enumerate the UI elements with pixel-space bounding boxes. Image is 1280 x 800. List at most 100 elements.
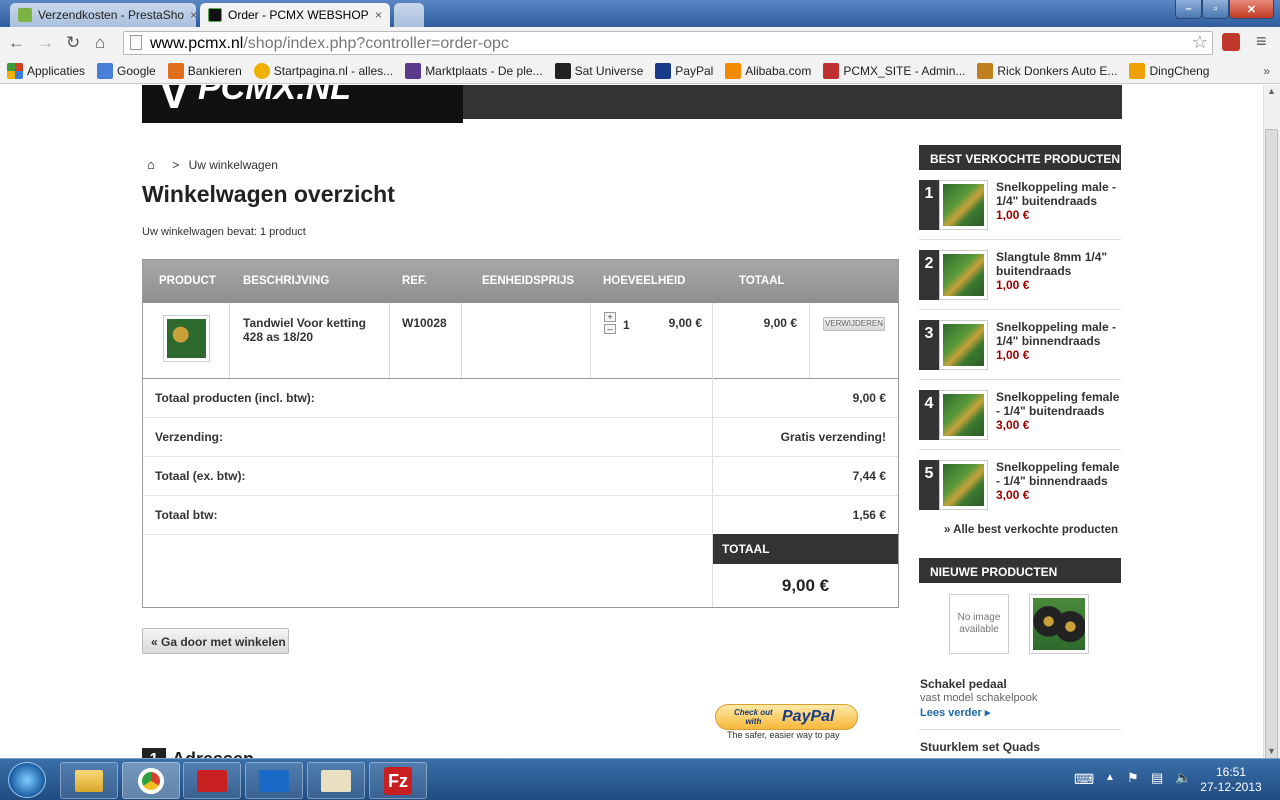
- maximize-button[interactable]: ▫: [1202, 0, 1229, 19]
- tab-order[interactable]: Order - PCMX WEBSHOP ×: [200, 3, 390, 27]
- bookmark-dingcheng[interactable]: DingCheng: [1129, 62, 1209, 79]
- bookmark-bankieren[interactable]: Bankieren: [167, 62, 242, 79]
- bestseller-price: 1,00 €: [996, 208, 1030, 222]
- clock[interactable]: 16:51 27-12-2013: [1198, 765, 1264, 795]
- address-bar[interactable]: www.pcmx.nl/shop/index.php?controller=or…: [123, 31, 1213, 55]
- cart-count: Uw winkelwagen bevat: 1 product: [142, 226, 306, 238]
- total-value: 9,00 €: [781, 576, 830, 595]
- home-icon[interactable]: ⌂: [147, 157, 155, 172]
- page-icon: [130, 35, 142, 50]
- new-product-image[interactable]: [1029, 594, 1089, 654]
- chrome-taskbar-icon[interactable]: [122, 762, 180, 799]
- close-tab-icon[interactable]: ×: [190, 8, 196, 22]
- menu-icon[interactable]: ≡: [1256, 31, 1267, 52]
- bestseller-image[interactable]: [939, 250, 988, 300]
- apps-grid-icon: [7, 62, 23, 79]
- quantity-increase-button[interactable]: +: [604, 312, 616, 322]
- summary-row-ex-vat: Totaal (ex. btw): 7,44 €: [143, 456, 898, 495]
- summary-row-products: Totaal producten (incl. btw): 9,00 €: [143, 378, 898, 417]
- quantity-decrease-button[interactable]: –: [604, 324, 616, 334]
- prestashop-favicon-icon: [18, 8, 32, 22]
- new-products-title[interactable]: NIEUWE PRODUCTEN: [919, 558, 1121, 583]
- extension-icon[interactable]: [1222, 33, 1240, 51]
- filezilla-taskbar-icon[interactable]: Fz: [369, 762, 427, 799]
- keyboard-icon[interactable]: ⌨: [1074, 771, 1094, 788]
- bookmark-applicaties[interactable]: Applicaties: [7, 62, 85, 79]
- page-title: Winkelwagen overzicht: [142, 181, 395, 207]
- summary-value: 1,56 €: [852, 508, 886, 522]
- clock-time: 16:51: [1215, 765, 1247, 779]
- show-hidden-icons-icon[interactable]: ▲: [1105, 772, 1115, 783]
- forward-arrow-icon[interactable]: →: [37, 33, 54, 53]
- scrollbar-thumb[interactable]: [1265, 129, 1278, 759]
- scroll-up-icon[interactable]: ▲: [1267, 86, 1276, 96]
- header-bar: [463, 85, 1122, 119]
- windows-taskbar: Fz ⌨ ▲ ⚑ ▤ 🔈 16:51 27-12-2013: [0, 758, 1280, 800]
- continue-shopping-button[interactable]: « Ga door met winkelen: [142, 628, 289, 654]
- bestseller-rank: 2: [919, 250, 939, 300]
- bookmark-google[interactable]: Google: [97, 62, 156, 79]
- bestseller-item[interactable]: 5 Snelkoppeling female - 1/4" binnendraa…: [919, 460, 1121, 530]
- bookmark-star-icon[interactable]: ☆: [1192, 32, 1208, 53]
- bestseller-name[interactable]: Snelkoppeling male - 1/4" binnendraads: [996, 320, 1120, 348]
- window-taskbar-icon[interactable]: [307, 762, 365, 799]
- summary-row-shipping: Verzending: Gratis verzending!: [143, 417, 898, 456]
- folder-blue-taskbar-icon[interactable]: [245, 762, 303, 799]
- scroll-down-icon[interactable]: ▼: [1267, 746, 1276, 756]
- bestseller-image[interactable]: [939, 320, 988, 370]
- bookmark-pcmx-admin[interactable]: PCMX_SITE - Admin...: [823, 62, 965, 79]
- url-text: www.pcmx.nl/shop/index.php?controller=or…: [150, 35, 509, 52]
- bestseller-price: 1,00 €: [996, 348, 1030, 362]
- product-description[interactable]: Tandwiel Voor ketting 428 as 18/20: [243, 316, 383, 344]
- bookmark-alibaba[interactable]: Alibaba.com: [725, 62, 811, 79]
- paypal-checkout-button[interactable]: Check out with PayPal: [715, 704, 858, 730]
- column-header: BESCHRIJVING: [243, 275, 330, 287]
- bestseller-rank: 1: [919, 180, 939, 230]
- remove-button[interactable]: VERWIJDEREN: [823, 317, 885, 331]
- summary-value: Gratis verzending!: [780, 430, 886, 444]
- more-bookmarks-icon[interactable]: »: [1263, 64, 1270, 78]
- new-tab-button[interactable]: [394, 3, 424, 27]
- new-product-name[interactable]: Stuurklem set Quads: [920, 740, 1040, 754]
- marktplaats-icon: [405, 62, 422, 79]
- bestseller-name[interactable]: Snelkoppeling male - 1/4" buitendraads: [996, 180, 1120, 208]
- breadcrumb-current: Uw winkelwagen: [188, 158, 278, 172]
- back-arrow-icon[interactable]: ←: [8, 33, 25, 53]
- product-thumbnail[interactable]: [163, 315, 210, 362]
- table-row: Tandwiel Voor ketting 428 as 18/20 W1002…: [143, 303, 898, 378]
- flag-icon[interactable]: ⚑: [1127, 770, 1139, 786]
- bestseller-image[interactable]: [939, 390, 988, 440]
- reload-icon[interactable]: ↻: [66, 33, 80, 53]
- bookmark-rick-donkers[interactable]: Rick Donkers Auto E...: [977, 62, 1117, 79]
- read-more-link[interactable]: Lees verder ▸: [920, 706, 990, 719]
- bestseller-name[interactable]: Snelkoppeling female - 1/4" binnendraads: [996, 460, 1120, 488]
- home-icon[interactable]: ⌂: [95, 33, 105, 53]
- bestseller-name[interactable]: Snelkoppeling female - 1/4" buitendraads: [996, 390, 1120, 418]
- breadcrumb-separator: >: [172, 158, 180, 172]
- new-product-name[interactable]: Schakel pedaal: [920, 677, 1007, 691]
- close-window-button[interactable]: ✕: [1229, 0, 1274, 19]
- start-button[interactable]: [8, 762, 46, 798]
- bookmark-sat-universe[interactable]: Sat Universe: [554, 62, 643, 79]
- network-icon[interactable]: ▤: [1151, 770, 1163, 786]
- minimize-button[interactable]: –: [1175, 0, 1202, 19]
- bookmark-paypal[interactable]: PayPal: [655, 62, 713, 79]
- no-image-placeholder[interactable]: No image available: [949, 594, 1009, 654]
- bestseller-name[interactable]: Slangtule 8mm 1/4" buitendraads: [996, 250, 1120, 278]
- volume-icon[interactable]: 🔈: [1175, 770, 1191, 786]
- site-logo[interactable]: V PCMX.NL: [142, 85, 463, 123]
- explorer-taskbar-icon[interactable]: [60, 762, 118, 799]
- bestseller-image[interactable]: [939, 460, 988, 510]
- tab-verzendkosten[interactable]: Verzendkosten - PrestaSho ×: [10, 3, 196, 27]
- bestsellers-title[interactable]: BEST VERKOCHTE PRODUCTEN: [919, 145, 1121, 170]
- folder-red-taskbar-icon[interactable]: [183, 762, 241, 799]
- bookmark-marktplaats[interactable]: Marktplaats - De ple...: [405, 62, 543, 79]
- bestseller-image[interactable]: [939, 180, 988, 230]
- all-bestsellers-link[interactable]: » Alle best verkochte producten: [944, 524, 1118, 536]
- column-header: REF.: [402, 275, 427, 287]
- summary-row-vat: Totaal btw: 1,56 €: [143, 495, 898, 534]
- paypal-icon: [655, 62, 672, 79]
- bookmark-startpagina[interactable]: Startpagina.nl - alles...: [253, 62, 393, 79]
- close-tab-icon[interactable]: ×: [375, 8, 382, 22]
- summary-label: Totaal producten (incl. btw):: [155, 391, 315, 405]
